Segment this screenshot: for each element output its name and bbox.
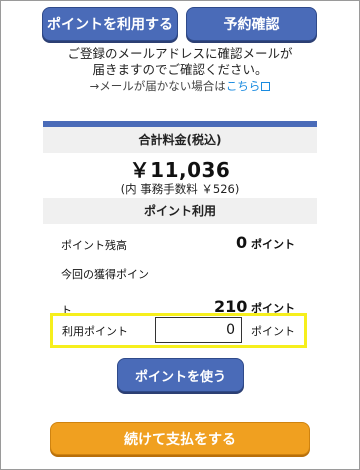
use-points-unit: ポイント	[251, 325, 295, 338]
earned-points-label: 今回の獲得ポイン	[61, 268, 149, 281]
continue-payment-button[interactable]: 続けて支払をする	[50, 422, 310, 455]
notice-line-3: →メールが届かない場合はこちら	[0, 78, 360, 94]
help-link[interactable]: こちら	[226, 79, 261, 93]
email-notice: ご登録のメールアドレスに確認メールが 届きますのでご確認ください。 →メールが届…	[0, 46, 360, 94]
points-balance-value: 0	[236, 233, 248, 252]
notice-line-1: ご登録のメールアドレスに確認メールが	[67, 46, 293, 61]
service-fee-note: (内 事務手数料 ￥526)	[120, 182, 240, 196]
points-balance-label: ポイント残高	[61, 239, 127, 252]
reservation-check-button[interactable]: 予約確認	[186, 7, 317, 41]
notice-line-3-prefix: →メールが届かない場合は	[89, 79, 226, 93]
use-points-label: 利用ポイント	[62, 325, 128, 338]
total-amount: ￥11,036	[129, 158, 231, 182]
notice-line-2: 届きますのでご確認ください。	[92, 62, 268, 77]
total-header: 合計料金(税込)	[43, 127, 317, 153]
points-balance-unit: ポイント	[251, 238, 295, 251]
apply-points-button[interactable]: ポイントを使う	[117, 358, 244, 392]
use-points-button[interactable]: ポイントを利用する	[42, 7, 178, 41]
points-header: ポイント利用	[43, 198, 317, 224]
external-link-icon[interactable]	[261, 82, 271, 91]
use-points-input[interactable]	[155, 317, 242, 343]
